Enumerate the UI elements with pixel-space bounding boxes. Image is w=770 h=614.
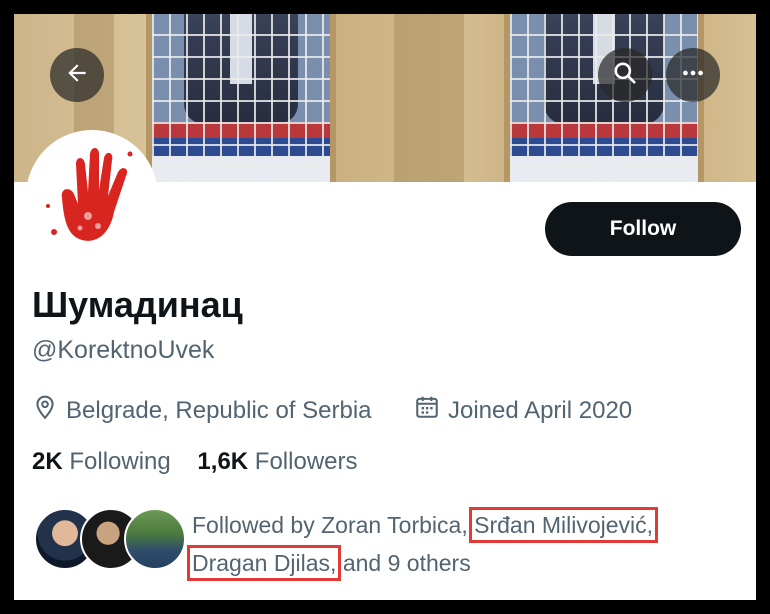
followed-by-highlight-srdjan: Srđan Milivojević,	[469, 507, 659, 543]
avatar[interactable]	[26, 130, 158, 262]
profile-name: Шумадинац	[32, 284, 243, 325]
more-horizontal-icon	[680, 60, 706, 91]
search-button[interactable]	[598, 48, 652, 102]
follower-avatar-3[interactable]	[124, 508, 186, 570]
arrow-left-icon	[64, 60, 90, 91]
following-count: 2K	[32, 448, 63, 475]
calendar-icon	[414, 394, 448, 427]
profile-screen: Follow Шумадинац @KorektnoUvek Belgrade,…	[14, 14, 756, 600]
followed-by-suffix: and 9 others	[342, 550, 471, 576]
profile-location: Belgrade, Republic of Serbia	[32, 394, 372, 427]
follow-button[interactable]: Follow	[545, 202, 741, 256]
profile-handle: @KorektnoUvek	[32, 336, 215, 364]
banner-window-right	[504, 14, 704, 182]
followers-label: Followers	[254, 448, 358, 475]
followers-link[interactable]: 1,6K Followers	[197, 448, 357, 475]
profile-joined: Joined April 2020	[414, 394, 632, 427]
location-text: Belgrade, Republic of Serbia	[66, 396, 372, 424]
location-pin-icon	[32, 394, 66, 427]
following-link[interactable]: 2K Following	[32, 448, 171, 475]
followers-count: 1,6K	[197, 448, 249, 475]
banner-window-left	[146, 14, 336, 182]
search-icon	[612, 60, 638, 91]
more-button[interactable]	[666, 48, 720, 102]
joined-text: Joined April 2020	[448, 396, 633, 424]
followed-by-highlight-dragan: Dragan Djilas,	[186, 545, 342, 581]
follow-button-label: Follow	[609, 217, 677, 240]
back-button[interactable]	[50, 48, 104, 102]
profile-stats: 2K Following 1,6K Followers	[32, 448, 358, 476]
followed-by-text[interactable]: Followed by Zoran Torbica, Srđan Milivoj…	[186, 506, 752, 582]
followed-by-prefix: Followed by Zoran Torbica,	[192, 512, 468, 538]
following-label: Following	[69, 448, 171, 475]
red-hand-print-icon	[40, 136, 144, 257]
